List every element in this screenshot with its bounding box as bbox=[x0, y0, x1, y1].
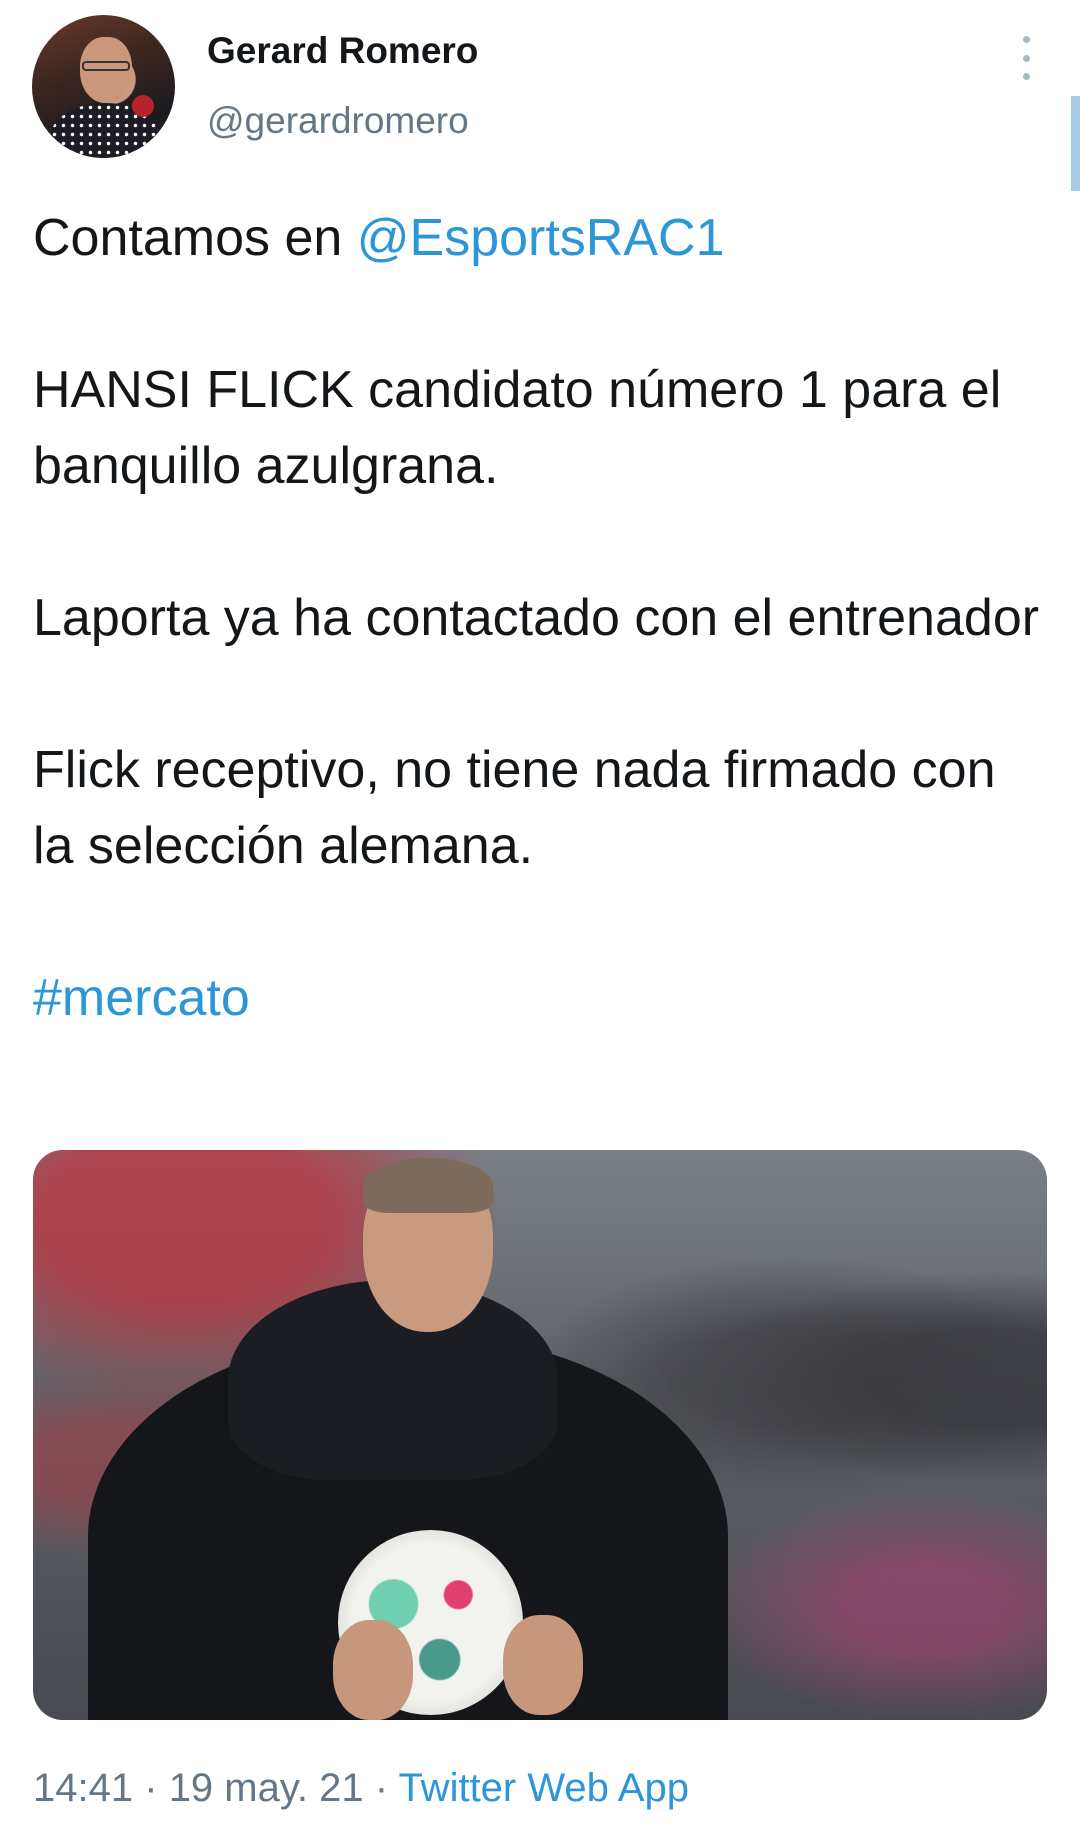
tweet-header: Gerard Romero @gerardromero bbox=[0, 0, 1080, 191]
more-vertical-icon[interactable] bbox=[1012, 36, 1040, 80]
tweet-paragraph-1: Contamos en @EsportsRAC1 bbox=[33, 200, 1043, 276]
tweet-meta: 14:41 · 19 may. 21 · Twitter Web App bbox=[33, 1766, 689, 1811]
dot bbox=[1022, 54, 1030, 62]
avatar-microphone bbox=[132, 95, 154, 117]
tweet-paragraph-3: Laporta ya ha contactado con el entrenad… bbox=[33, 589, 1040, 647]
tweet-paragraph-5: #mercato bbox=[33, 960, 1043, 1036]
tweet-paragraph-2: HANSI FLICK candidato número 1 para el b… bbox=[33, 361, 1002, 495]
tweet-photo[interactable] bbox=[33, 1150, 1047, 1720]
photo-right-hand bbox=[503, 1615, 583, 1715]
tweet-date[interactable]: 19 may. 21 bbox=[169, 1766, 364, 1810]
meta-separator: · bbox=[374, 1766, 389, 1810]
author-avatar[interactable] bbox=[32, 15, 175, 158]
tweet-paragraph-4: Flick receptivo, no tiene nada firmado c… bbox=[33, 741, 996, 875]
avatar-glasses bbox=[82, 61, 130, 71]
dot bbox=[1022, 73, 1030, 80]
tweet-text: Contamos en @EsportsRAC1 HANSI FLICK can… bbox=[33, 200, 1043, 1036]
hashtag-link[interactable]: #mercato bbox=[33, 969, 250, 1027]
mention-link[interactable]: @EsportsRAC1 bbox=[357, 209, 725, 267]
meta-separator: · bbox=[144, 1766, 158, 1810]
scroll-indicator bbox=[1071, 96, 1080, 191]
dot bbox=[1022, 36, 1030, 43]
photo-hair bbox=[363, 1158, 493, 1213]
tweet-source-link[interactable]: Twitter Web App bbox=[398, 1766, 689, 1810]
tweet-time[interactable]: 14:41 bbox=[33, 1766, 133, 1810]
photo-left-hand bbox=[333, 1620, 413, 1720]
tweet-text-prefix: Contamos en bbox=[33, 209, 357, 267]
author-name[interactable]: Gerard Romero bbox=[207, 30, 478, 72]
author-handle[interactable]: @gerardromero bbox=[207, 100, 469, 142]
